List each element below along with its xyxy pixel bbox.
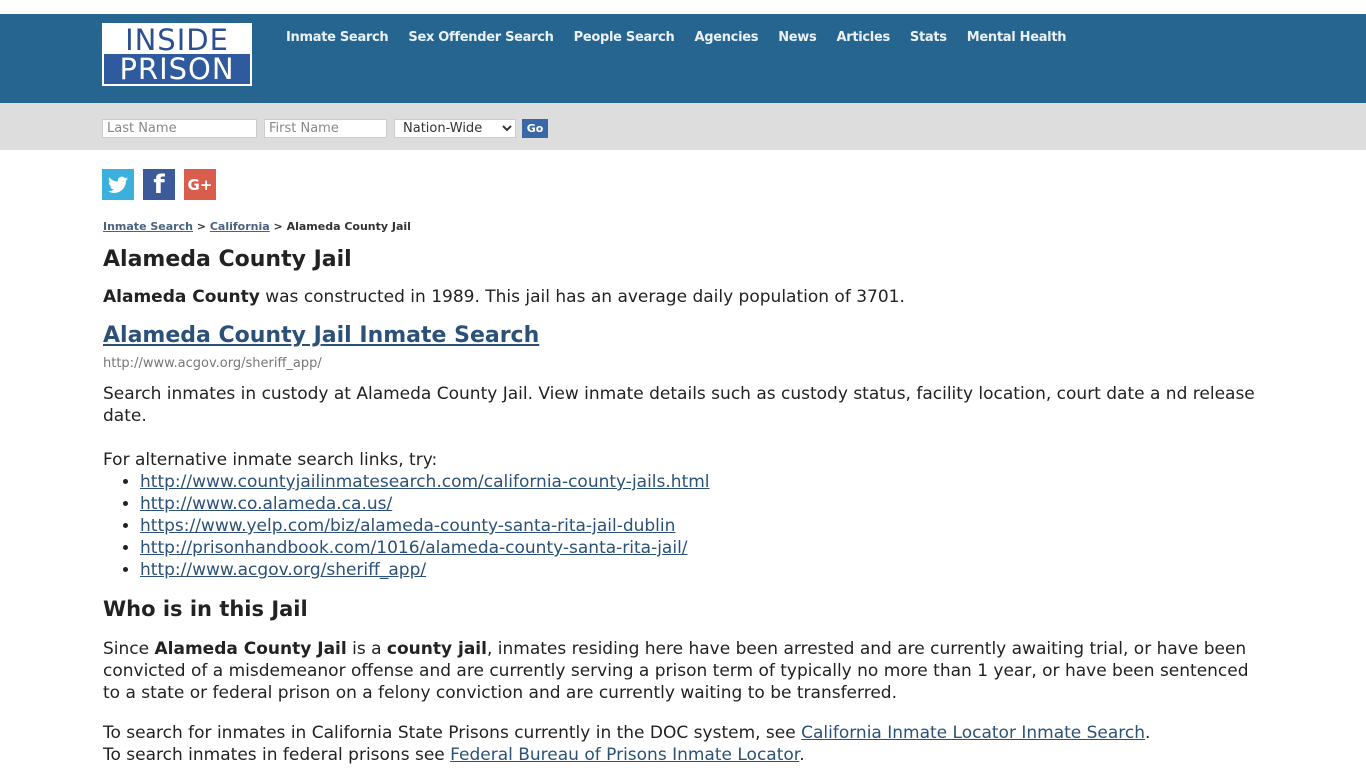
google-plus-icon: G+ <box>187 175 213 194</box>
site-header: INSIDE PRISON Inmate Search Sex Offender… <box>0 14 1366 103</box>
twitter-button[interactable] <box>102 169 134 200</box>
who-text: Since Alameda County Jail is a county ja… <box>103 638 1263 704</box>
alt-link[interactable]: http://prisonhandbook.com/1016/alameda-c… <box>140 538 688 558</box>
main-nav: Inmate Search Sex Offender Search People… <box>286 30 1086 45</box>
search-url: http://www.acgov.org/sheriff_app/ <box>103 356 322 371</box>
state-locator-link[interactable]: California Inmate Locator Inmate Search <box>801 723 1145 743</box>
alt-links-list: http://www.countyjailinmatesearch.com/ca… <box>103 471 1263 581</box>
list-item: http://prisonhandbook.com/1016/alameda-c… <box>140 537 1263 559</box>
state-text: To search for inmates in California Stat… <box>103 723 802 743</box>
first-name-input[interactable] <box>264 119 387 138</box>
fed-end: . <box>799 745 805 765</box>
last-name-input[interactable] <box>102 119 257 138</box>
search-description: Search inmates in custody at Alameda Cou… <box>103 384 1255 426</box>
breadcrumb-current: Alameda County Jail <box>286 220 411 233</box>
google-plus-button[interactable]: G+ <box>184 169 216 200</box>
alt-link[interactable]: https://www.yelp.com/biz/alameda-county-… <box>140 516 675 536</box>
breadcrumb-inmate-search[interactable]: Inmate Search <box>103 220 193 233</box>
state-end: . <box>1145 723 1151 743</box>
list-item: http://www.acgov.org/sheriff_app/ <box>140 559 1263 581</box>
list-item: http://www.countyjailinmatesearch.com/ca… <box>140 471 1263 493</box>
intro-bold: Alameda County <box>103 287 260 307</box>
federal-locator-link[interactable]: Federal Bureau of Prisons Inmate Locator <box>450 745 799 765</box>
page-title: Alameda County Jail <box>103 247 352 272</box>
nav-sex-offender-search[interactable]: Sex Offender Search <box>408 30 554 45</box>
alt-link[interactable]: http://www.acgov.org/sheriff_app/ <box>140 560 426 580</box>
main-content: Inmate Search > California > Alameda Cou… <box>103 220 1263 766</box>
site-logo[interactable]: INSIDE PRISON <box>102 23 252 86</box>
breadcrumb: Inmate Search > California > Alameda Cou… <box>103 220 1263 233</box>
nav-agencies[interactable]: Agencies <box>694 30 758 45</box>
alt-link[interactable]: http://www.co.alameda.ca.us/ <box>140 494 392 514</box>
list-item: https://www.yelp.com/biz/alameda-county-… <box>140 515 1263 537</box>
go-button[interactable]: Go <box>522 119 548 138</box>
who-heading: Who is in this Jail <box>103 597 308 621</box>
breadcrumb-separator: > <box>273 220 287 233</box>
jail-inmate-search-link[interactable]: Alameda County Jail Inmate Search <box>103 323 539 348</box>
top-gap <box>0 0 1366 14</box>
nav-mental-health[interactable]: Mental Health <box>967 30 1067 45</box>
list-item: http://www.co.alameda.ca.us/ <box>140 493 1263 515</box>
fed-text: To search inmates in federal prisons see <box>103 745 451 765</box>
logo-bottom-text: PRISON <box>104 54 250 85</box>
intro-text: Alameda County was constructed in 1989. … <box>103 286 1263 308</box>
who-bold-jail: Alameda County Jail <box>154 639 347 659</box>
breadcrumb-separator: > <box>196 220 210 233</box>
who-text-part: Since <box>103 639 155 659</box>
alt-links-intro: For alternative inmate search links, try… <box>103 450 438 470</box>
search-bar: Nation-Wide <box>0 103 1366 150</box>
social-share: f G+ <box>102 169 225 200</box>
nav-inmate-search[interactable]: Inmate Search <box>286 30 389 45</box>
nav-articles[interactable]: Articles <box>836 30 890 45</box>
twitter-icon <box>108 176 128 193</box>
logo-top-text: INSIDE <box>125 23 229 57</box>
breadcrumb-california[interactable]: California <box>210 220 270 233</box>
facebook-icon: f <box>153 170 165 200</box>
who-bold-type: county jail <box>386 639 487 659</box>
nav-people-search[interactable]: People Search <box>574 30 675 45</box>
who-text-part: is a <box>346 639 387 659</box>
facebook-button[interactable]: f <box>143 169 175 200</box>
nav-stats[interactable]: Stats <box>910 30 947 45</box>
scope-select[interactable]: Nation-Wide <box>394 119 516 138</box>
alt-link[interactable]: http://www.countyjailinmatesearch.com/ca… <box>140 472 710 492</box>
nav-news[interactable]: News <box>778 30 817 45</box>
state-search-text: To search for inmates in California Stat… <box>103 722 1263 766</box>
intro-rest: was constructed in 1989. This jail has a… <box>259 287 905 307</box>
